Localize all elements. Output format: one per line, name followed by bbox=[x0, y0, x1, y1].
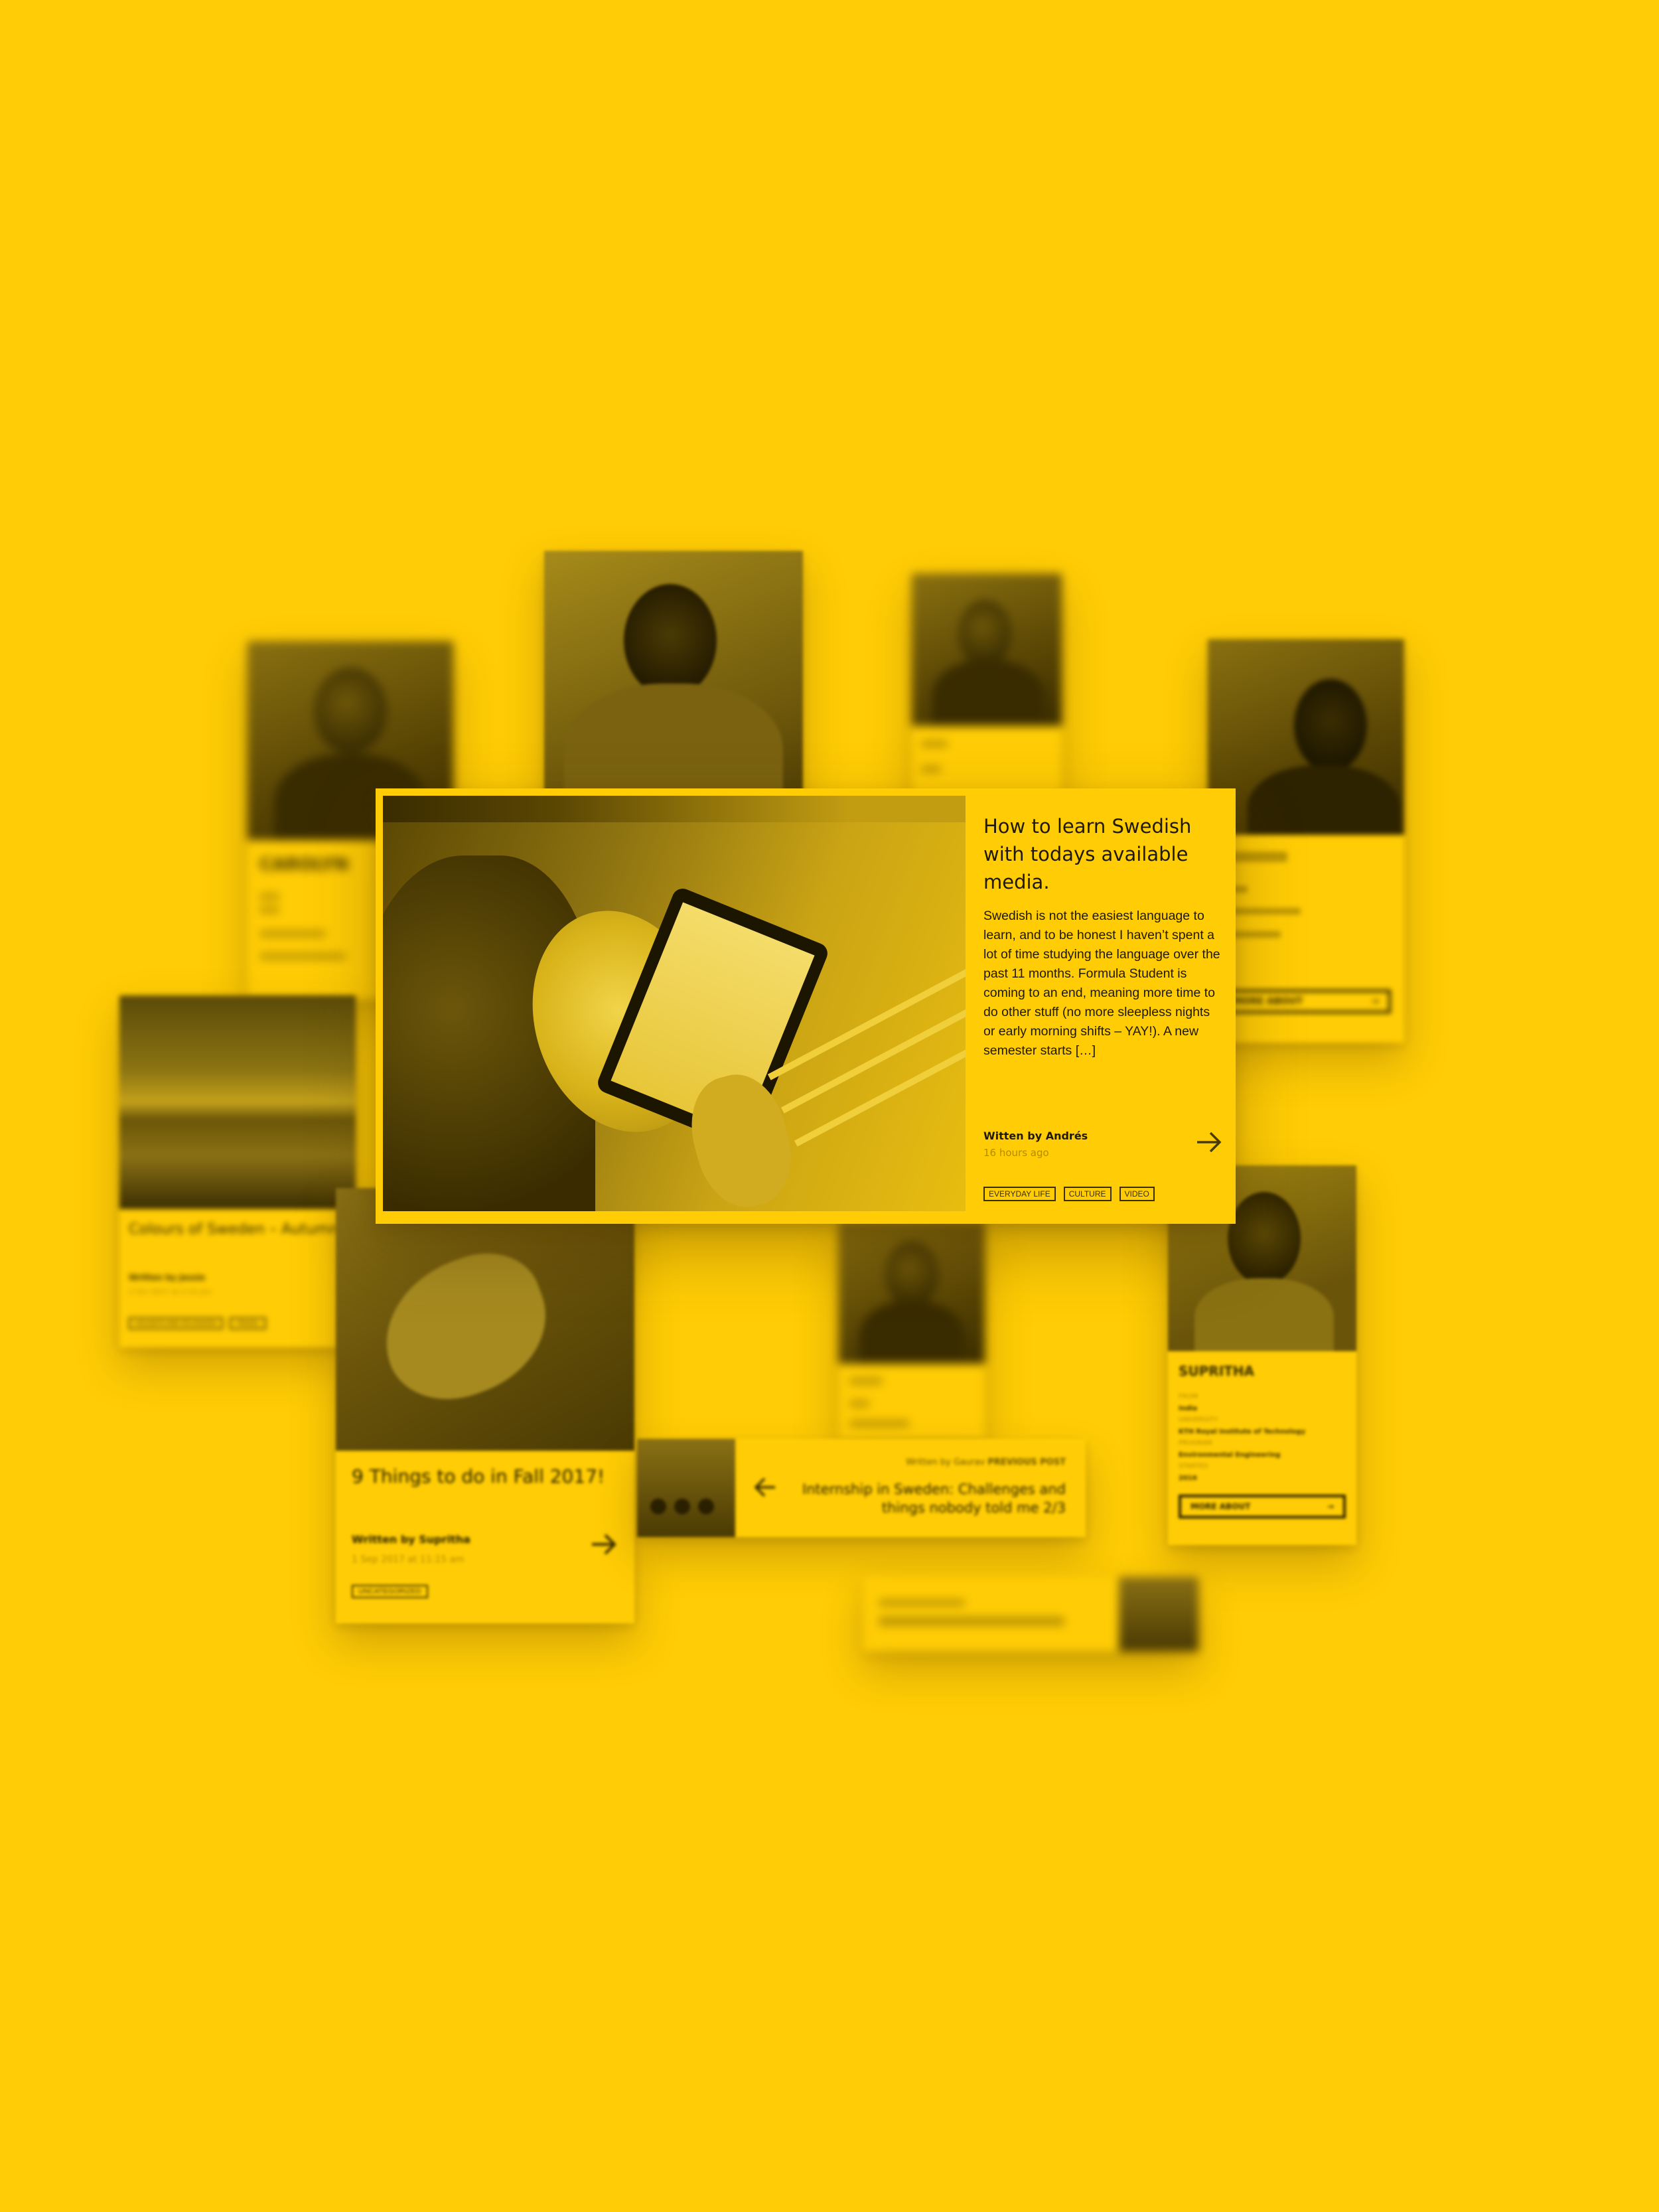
profile-details: FROM India UNIVERSITY KTH Royal Institut… bbox=[1179, 1393, 1306, 1482]
tag-culture[interactable]: CULTURE bbox=[1063, 1187, 1112, 1201]
profile-photo bbox=[839, 1221, 985, 1364]
featured-post-content: How to learn Swedish with todays availab… bbox=[983, 812, 1222, 1061]
arrow-left-icon[interactable] bbox=[754, 1477, 776, 1497]
previous-post-card[interactable]: Written by Gaurav PREVIOUS POST Internsh… bbox=[637, 1439, 1086, 1537]
post-title: Colours of Sweden – Autumn bbox=[129, 1221, 339, 1238]
post-time: 2 Oct 2017 at 2:15 pm bbox=[129, 1288, 212, 1296]
post-tags: UNCATEGORIZED bbox=[352, 1584, 435, 1598]
next-post-card[interactable] bbox=[863, 1577, 1198, 1651]
arrow-right-icon[interactable] bbox=[591, 1533, 617, 1556]
post-tags: HOLIDAYS AND OCCASIONS TRAVEL bbox=[129, 1315, 273, 1329]
featured-post-time: 16 hours ago bbox=[983, 1147, 1049, 1159]
post-card-fall[interactable]: 9 Things to do in Fall 2017! Written by … bbox=[336, 1188, 634, 1623]
previous-post-title: Internship in Sweden: Challenges and thi… bbox=[802, 1481, 1066, 1516]
tag[interactable]: HOLIDAYS AND OCCASIONS bbox=[129, 1317, 224, 1329]
profile-card-small[interactable] bbox=[912, 573, 1062, 799]
post-photo-leaf bbox=[336, 1188, 634, 1451]
profile-photo bbox=[544, 551, 803, 816]
post-thumbnail bbox=[1119, 1577, 1198, 1651]
featured-post-image bbox=[383, 796, 966, 1211]
profile-photo bbox=[1208, 639, 1404, 835]
post-author: Written by Supritha bbox=[352, 1533, 470, 1546]
featured-post-author: Witten by Andrés bbox=[983, 1130, 1088, 1142]
featured-post-excerpt: Swedish is not the easiest language to l… bbox=[983, 909, 1220, 1058]
post-title: 9 Things to do in Fall 2017! bbox=[352, 1465, 605, 1487]
post-photo-lake bbox=[119, 995, 356, 1209]
profile-card-lower-middle[interactable] bbox=[839, 1221, 985, 1440]
featured-post-tags: EVERYDAY LIFE CULTURE VIDEO bbox=[983, 1187, 1163, 1201]
post-thumbnail bbox=[637, 1439, 735, 1537]
tag[interactable]: TRAVEL bbox=[230, 1317, 266, 1329]
profile-name: SUPRITHA bbox=[1179, 1363, 1255, 1379]
profile-card-right[interactable]: MORE ABOUT → bbox=[1208, 639, 1404, 1043]
previous-post-meta: Written by Gaurav PREVIOUS POST bbox=[906, 1457, 1066, 1467]
featured-post-title[interactable]: How to learn Swedish with todays availab… bbox=[983, 812, 1222, 896]
profile-photo bbox=[912, 573, 1062, 726]
more-about-button[interactable]: MORE ABOUT → bbox=[1179, 1495, 1346, 1518]
tag[interactable]: UNCATEGORIZED bbox=[352, 1585, 428, 1598]
tag-video[interactable]: VIDEO bbox=[1119, 1187, 1155, 1201]
post-card-autumn[interactable]: Colours of Sweden – Autumn Written by Je… bbox=[119, 995, 356, 1347]
arrow-right-icon: → bbox=[1327, 1502, 1334, 1511]
profile-name: CAROLYN bbox=[259, 855, 349, 875]
post-author: Written by Jessie bbox=[129, 1273, 206, 1282]
tag-everyday-life[interactable]: EVERYDAY LIFE bbox=[983, 1187, 1056, 1201]
post-time: 1 Sep 2017 at 11:15 am bbox=[352, 1554, 465, 1565]
arrow-right-icon: → bbox=[1371, 996, 1379, 1007]
more-about-button[interactable]: MORE ABOUT → bbox=[1221, 990, 1391, 1013]
profile-card-center[interactable] bbox=[544, 551, 803, 816]
arrow-right-icon[interactable] bbox=[1196, 1131, 1222, 1153]
featured-post-card[interactable]: How to learn Swedish with todays availab… bbox=[376, 788, 1236, 1224]
